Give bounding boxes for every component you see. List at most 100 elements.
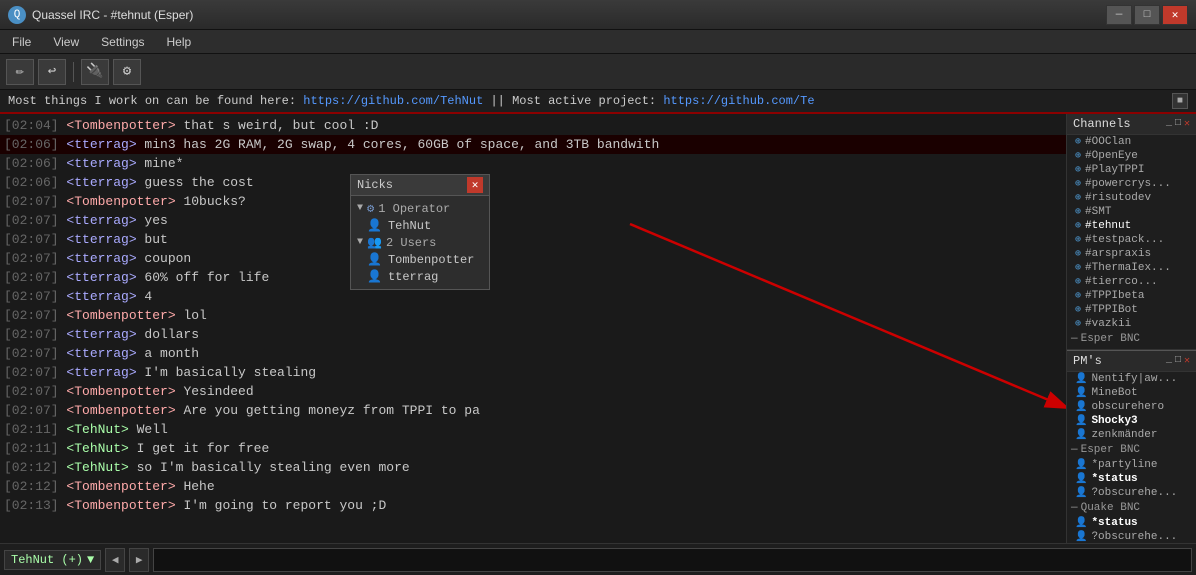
back-button[interactable]: ↩ xyxy=(38,59,66,85)
pm-icon: 👤 xyxy=(1075,373,1087,385)
channel-label: #TPPIbeta xyxy=(1085,290,1144,302)
pm-icon: 👤 xyxy=(1075,473,1087,485)
quake-bnc-text: Quake BNC xyxy=(1081,502,1140,514)
sidebar-item-powercrys[interactable]: ⊕ #powercrys... xyxy=(1067,177,1196,191)
maximize-button[interactable]: □ xyxy=(1134,5,1160,25)
channel-icon: ⊕ xyxy=(1075,220,1081,232)
sidebar-item-thermalex[interactable]: ⊕ #ThermaIex... xyxy=(1067,261,1196,275)
nick-dropdown-icon[interactable]: ▼ xyxy=(87,553,94,567)
pms-minimize-button[interactable]: _ xyxy=(1166,355,1172,367)
pm-label: ?obscurehe... xyxy=(1091,531,1177,543)
app-icon: Q xyxy=(8,6,26,24)
pm-status-esper[interactable]: 👤 *status xyxy=(1067,472,1196,486)
sidebar-item-risutodev[interactable]: ⊕ #risutodev xyxy=(1067,191,1196,205)
topic-icon[interactable]: ■ xyxy=(1172,93,1188,109)
quake-bnc-label: — Quake BNC xyxy=(1067,500,1196,516)
channel-icon: ⊕ xyxy=(1075,150,1081,162)
pms-close-button[interactable]: ✕ xyxy=(1184,355,1190,367)
menu-file[interactable]: File xyxy=(6,33,37,51)
pm-shocky3[interactable]: 👤 Shocky3 xyxy=(1067,414,1196,428)
menu-help[interactable]: Help xyxy=(161,33,198,51)
sidebar-item-tehnut[interactable]: ⊕ #tehnut xyxy=(1067,219,1196,233)
channel-icon: ⊕ xyxy=(1075,290,1081,302)
pm-icon: 👤 xyxy=(1075,401,1087,413)
sidebar-item-playtppi[interactable]: ⊕ #PlayTPPI xyxy=(1067,163,1196,177)
next-button[interactable]: ▶ xyxy=(129,548,149,572)
user-icon: 👤 xyxy=(367,218,382,233)
channel-icon: ⊕ xyxy=(1075,206,1081,218)
chat-area[interactable]: [02:04] <Tombenpotter> that s weird, but… xyxy=(0,114,1066,543)
sidebar-item-testpack[interactable]: ⊕ #testpack... xyxy=(1067,233,1196,247)
nick-name-tehnut: TehNut xyxy=(388,219,431,233)
pm-minebot[interactable]: 👤 MineBot xyxy=(1067,386,1196,400)
channel-label: #PlayTPPI xyxy=(1085,164,1144,176)
nick-entry-tehnut[interactable]: 👤 TehNut xyxy=(351,217,489,234)
nick-entry-tombenpotter[interactable]: 👤 Tombenpotter xyxy=(351,251,489,268)
sidebar-item-arspraxis[interactable]: ⊕ #arspraxis xyxy=(1067,247,1196,261)
title-left: Q Quassel IRC - #tehnut (Esper) xyxy=(8,6,193,24)
channels-maximize-button[interactable]: □ xyxy=(1175,118,1181,130)
table-row: [02:12] <TehNut> so I'm basically steali… xyxy=(0,458,1066,477)
channel-icon: ⊕ xyxy=(1075,276,1081,288)
topic-bar: Most things I work on can be found here:… xyxy=(0,90,1196,114)
menu-settings[interactable]: Settings xyxy=(95,33,150,51)
collapse-icon2: — xyxy=(1071,444,1078,456)
pm-zenkmander[interactable]: 👤 zenkmänder xyxy=(1067,428,1196,442)
prev-button[interactable]: ◀ xyxy=(105,548,125,572)
pm-icon: 👤 xyxy=(1075,517,1087,529)
sidebar-item-tierrco[interactable]: ⊕ #tierrco... xyxy=(1067,275,1196,289)
sidebar-item-openeye[interactable]: ⊕ #OpenEye xyxy=(1067,149,1196,163)
pm-obscurehero[interactable]: 👤 obscurehero xyxy=(1067,400,1196,414)
channels-close-button[interactable]: ✕ xyxy=(1184,118,1190,130)
current-nick: TehNut (+) xyxy=(11,553,83,567)
channel-icon: ⊕ xyxy=(1075,248,1081,260)
pm-obscurehe-quake[interactable]: 👤 ?obscurehe... xyxy=(1067,530,1196,543)
menu-view[interactable]: View xyxy=(47,33,85,51)
collapse-arrow-icon2[interactable]: ▼ xyxy=(357,237,363,248)
pm-nentify[interactable]: 👤 Nentify|aw... xyxy=(1067,372,1196,386)
minimize-button[interactable]: — xyxy=(1106,5,1132,25)
topic-link2[interactable]: https://github.com/Te xyxy=(663,94,814,108)
table-row: [02:06] <tterrag> min3 has 2G RAM, 2G sw… xyxy=(0,135,1066,154)
pm-status-quake[interactable]: 👤 *status xyxy=(1067,516,1196,530)
sidebar-item-oocclan[interactable]: ⊕ #OOClan xyxy=(1067,135,1196,149)
channel-label: #powercrys... xyxy=(1085,178,1171,190)
channel-label: #testpack... xyxy=(1085,234,1164,246)
pm-icon: 👤 xyxy=(1075,415,1087,427)
pms-maximize-button[interactable]: □ xyxy=(1175,355,1181,367)
esper-bnc-text: Esper BNC xyxy=(1081,333,1140,345)
sidebar-item-tppibot[interactable]: ⊕ #TPPIBot xyxy=(1067,303,1196,317)
plugin-button[interactable]: 🔌 xyxy=(81,59,109,85)
pm-label: Nentify|aw... xyxy=(1091,373,1177,385)
nicks-close-button[interactable]: ✕ xyxy=(467,177,483,193)
channel-icon: ⊕ xyxy=(1075,192,1081,204)
nick-name-tterrag: tterrag xyxy=(388,270,438,284)
channel-label: #SMT xyxy=(1085,206,1111,218)
pms-header: PM's _ □ ✕ xyxy=(1067,350,1196,372)
edit-button[interactable]: ✏ xyxy=(6,59,34,85)
pm-icon: 👤 xyxy=(1075,459,1087,471)
sidebar-item-tppibeta[interactable]: ⊕ #TPPIbeta xyxy=(1067,289,1196,303)
nick-entry-tterrag[interactable]: 👤 tterrag xyxy=(351,268,489,285)
table-row: [02:11] <TehNut> I get it for free xyxy=(0,439,1066,458)
message-input[interactable] xyxy=(153,548,1192,572)
settings-button[interactable]: ⚙ xyxy=(113,59,141,85)
channel-icon: ⊕ xyxy=(1075,234,1081,246)
pm-obscurehe-esper[interactable]: 👤 ?obscurehe... xyxy=(1067,486,1196,500)
collapse-arrow-icon[interactable]: ▼ xyxy=(357,203,363,214)
user-icon2: 👤 xyxy=(367,252,382,267)
users-section-label: 2 Users xyxy=(386,236,436,250)
nick-name-tombenpotter: Tombenpotter xyxy=(388,253,474,267)
close-button[interactable]: ✕ xyxy=(1162,5,1188,25)
channels-minimize-button[interactable]: _ xyxy=(1166,118,1172,130)
topic-link1[interactable]: https://github.com/TehNut xyxy=(303,94,483,108)
pm-partyline[interactable]: 👤 *partyline xyxy=(1067,458,1196,472)
nicks-popup: Nicks ✕ ▼ ⚙ 1 Operator 👤 TehNut ▼ 👥 2 Us… xyxy=(350,174,490,290)
sidebar-item-vazkii[interactable]: ⊕ #vazkii xyxy=(1067,317,1196,331)
channel-icon: ⊕ xyxy=(1075,136,1081,148)
table-row: [02:06] <tterrag> guess the cost xyxy=(0,173,1066,192)
channel-label: #ThermaIex... xyxy=(1085,262,1171,274)
pm-label: *status xyxy=(1091,517,1137,529)
sidebar-item-smt[interactable]: ⊕ #SMT xyxy=(1067,205,1196,219)
pm-label: zenkmänder xyxy=(1091,429,1157,441)
